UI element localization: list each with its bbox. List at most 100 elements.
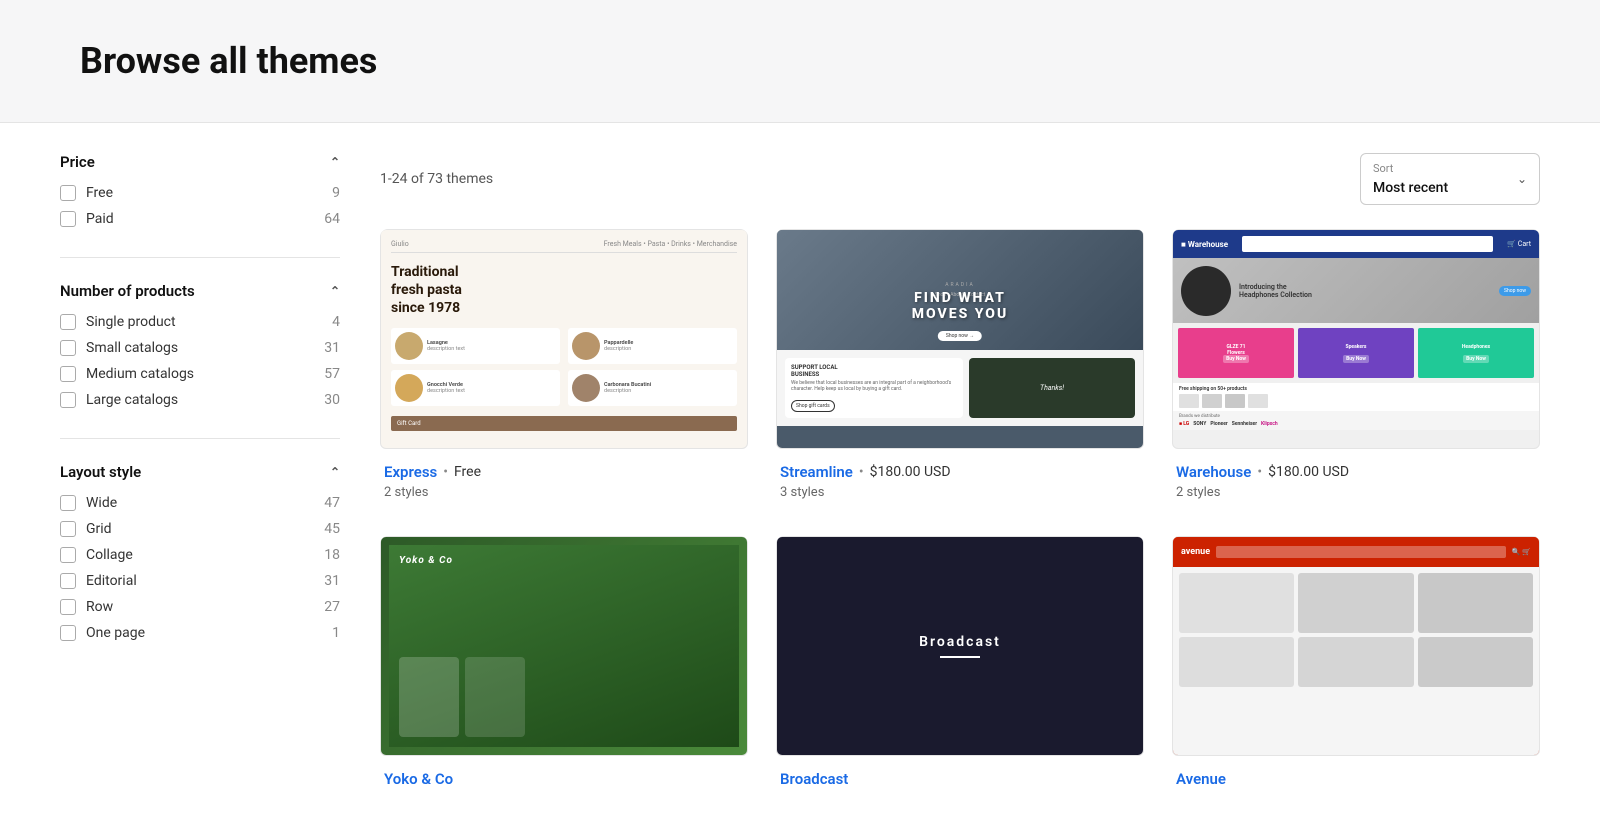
filter-number-of-products: Number of products ⌃ Single product 4 Sm…	[60, 282, 340, 439]
filter-layout-header[interactable]: Layout style ⌃	[60, 463, 340, 481]
filter-grid-count: 45	[324, 521, 340, 537]
filter-medium-catalogs-count: 57	[324, 366, 340, 382]
filter-editorial: Editorial 31	[60, 573, 340, 589]
avenue-body	[1173, 567, 1539, 755]
themes-count: 1-24 of 73 themes	[380, 171, 493, 187]
express-styles: 2 styles	[384, 485, 744, 500]
filter-editorial-label[interactable]: Editorial	[86, 573, 137, 589]
page-header: Browse all themes	[0, 0, 1600, 123]
theme-preview-avenue: avenue 🔍 🛒	[1172, 536, 1540, 756]
filter-single-product: Single product 4	[60, 314, 340, 330]
checkbox-large-catalogs[interactable]	[60, 392, 76, 408]
yoko-link[interactable]: Yoko & Co	[384, 770, 453, 788]
theme-card-broadcast[interactable]: Broadcast Broadcast	[776, 536, 1144, 800]
filter-row-count: 27	[324, 599, 340, 615]
filter-small-catalogs-label[interactable]: Small catalogs	[86, 340, 178, 356]
filter-large-catalogs-label[interactable]: Large catalogs	[86, 392, 178, 408]
express-gift-card: Gift Card	[391, 416, 737, 431]
checkbox-one-page[interactable]	[60, 625, 76, 641]
broadcast-link[interactable]: Broadcast	[780, 770, 848, 788]
streamline-bottom: SUPPORT LOCALBUSINESS We believe that lo…	[777, 350, 1143, 426]
filter-grid-label[interactable]: Grid	[86, 521, 112, 537]
express-hero: Traditionalfresh pastasince 1978	[391, 263, 737, 318]
theme-card-streamline[interactable]: ARADIA Shop • About • Contact FIND WHATM…	[776, 229, 1144, 508]
filter-editorial-count: 31	[324, 573, 340, 589]
avenue-info: Avenue	[1172, 756, 1540, 800]
checkbox-single-product[interactable]	[60, 314, 76, 330]
filter-grid: Grid 45	[60, 521, 340, 537]
filter-single-product-label[interactable]: Single product	[86, 314, 176, 330]
filter-row: Row 27	[60, 599, 340, 615]
filter-collage-label[interactable]: Collage	[86, 547, 133, 563]
content-area: 1-24 of 73 themes Sort Most recent ⌄ Giu…	[380, 153, 1540, 800]
filter-free-count: 9	[332, 185, 340, 201]
sort-dropdown[interactable]: Sort Most recent ⌄	[1360, 153, 1540, 205]
filter-products-header[interactable]: Number of products ⌃	[60, 282, 340, 300]
streamline-tagline: FIND WHATMOVES YOU Shop now →	[912, 290, 1008, 341]
theme-card-avenue[interactable]: avenue 🔍 🛒	[1172, 536, 1540, 800]
filter-wide: Wide 47	[60, 495, 340, 511]
warehouse-hero: Introducing theHeadphones Collection Sho…	[1173, 258, 1539, 323]
filter-large-catalogs: Large catalogs 30	[60, 392, 340, 408]
theme-preview-streamline: ARADIA Shop • About • Contact FIND WHATM…	[776, 229, 1144, 449]
sort-label: Sort	[1373, 162, 1448, 175]
streamline-styles: 3 styles	[780, 485, 1140, 500]
checkbox-collage[interactable]	[60, 547, 76, 563]
checkbox-free[interactable]	[60, 185, 76, 201]
filter-paid: Paid 64	[60, 211, 340, 227]
filter-wide-label[interactable]: Wide	[86, 495, 117, 511]
filter-wide-count: 47	[324, 495, 340, 511]
streamline-link[interactable]: Streamline	[780, 463, 853, 481]
chevron-down-icon: ⌄	[1517, 172, 1527, 186]
theme-preview-express: Giulio Fresh Meals • Pasta • Drinks • Me…	[380, 229, 748, 449]
filter-one-page-label[interactable]: One page	[86, 625, 145, 641]
warehouse-brands: Brands we distribute ■ LG SONY Pioneer S…	[1173, 411, 1539, 430]
filter-paid-count: 64	[324, 211, 340, 227]
filter-small-catalogs-count: 31	[324, 340, 340, 356]
express-link[interactable]: Express	[384, 463, 437, 481]
sidebar-filters: Price ⌃ Free 9 Paid 64 Number of	[60, 153, 340, 800]
filter-row-label[interactable]: Row	[86, 599, 113, 615]
filter-paid-label[interactable]: Paid	[86, 211, 114, 227]
theme-card-express[interactable]: Giulio Fresh Meals • Pasta • Drinks • Me…	[380, 229, 748, 508]
express-info: Express • Free 2 styles	[380, 449, 748, 508]
express-products: Lasagnedescription text Pappardelledescr…	[391, 328, 737, 364]
filter-one-page: One page 1	[60, 625, 340, 641]
theme-card-warehouse[interactable]: ■ Warehouse 🛒 Cart Introducing theHeadph…	[1172, 229, 1540, 508]
warehouse-link[interactable]: Warehouse	[1176, 463, 1251, 481]
filter-small-catalogs: Small catalogs 31	[60, 340, 340, 356]
checkbox-medium-catalogs[interactable]	[60, 366, 76, 382]
sort-value: Most recent	[1373, 180, 1448, 196]
theme-preview-broadcast: Broadcast	[776, 536, 1144, 756]
filter-free: Free 9	[60, 185, 340, 201]
yoko-info: Yoko & Co	[380, 756, 748, 800]
warehouse-featured: Free shipping on 50+ products	[1173, 383, 1539, 411]
filter-price-header[interactable]: Price ⌃	[60, 153, 340, 171]
warehouse-styles: 2 styles	[1176, 485, 1536, 500]
filter-price-label: Price	[60, 153, 95, 171]
theme-card-yoko[interactable]: Yoko & Co Yoko & Co	[380, 536, 748, 800]
avenue-link[interactable]: Avenue	[1176, 770, 1226, 788]
streamline-price: $180.00 USD	[870, 464, 951, 480]
warehouse-header: ■ Warehouse 🛒 Cart	[1173, 230, 1539, 258]
chevron-up-icon-layout: ⌃	[330, 465, 340, 479]
express-products2: Gnocchi Verdedescription text Carbonara …	[391, 370, 737, 406]
streamline-info: Streamline • $180.00 USD 3 styles	[776, 449, 1144, 508]
filter-large-catalogs-count: 30	[324, 392, 340, 408]
express-nav: Giulio Fresh Meals • Pasta • Drinks • Me…	[391, 240, 737, 253]
checkbox-paid[interactable]	[60, 211, 76, 227]
filter-price: Price ⌃ Free 9 Paid 64	[60, 153, 340, 258]
checkbox-editorial[interactable]	[60, 573, 76, 589]
filter-free-label[interactable]: Free	[86, 185, 113, 201]
warehouse-color-blocks: GLZE 71FlowersBuy Now SpeakersBuy Now He…	[1173, 323, 1539, 383]
checkbox-row[interactable]	[60, 599, 76, 615]
filter-medium-catalogs-label[interactable]: Medium catalogs	[86, 366, 194, 382]
avenue-header-bar: avenue 🔍 🛒	[1173, 537, 1539, 567]
filter-collage-count: 18	[324, 547, 340, 563]
checkbox-grid[interactable]	[60, 521, 76, 537]
content-top-bar: 1-24 of 73 themes Sort Most recent ⌄	[380, 153, 1540, 205]
filter-products-label: Number of products	[60, 282, 195, 300]
checkbox-small-catalogs[interactable]	[60, 340, 76, 356]
broadcast-info: Broadcast	[776, 756, 1144, 800]
checkbox-wide[interactable]	[60, 495, 76, 511]
